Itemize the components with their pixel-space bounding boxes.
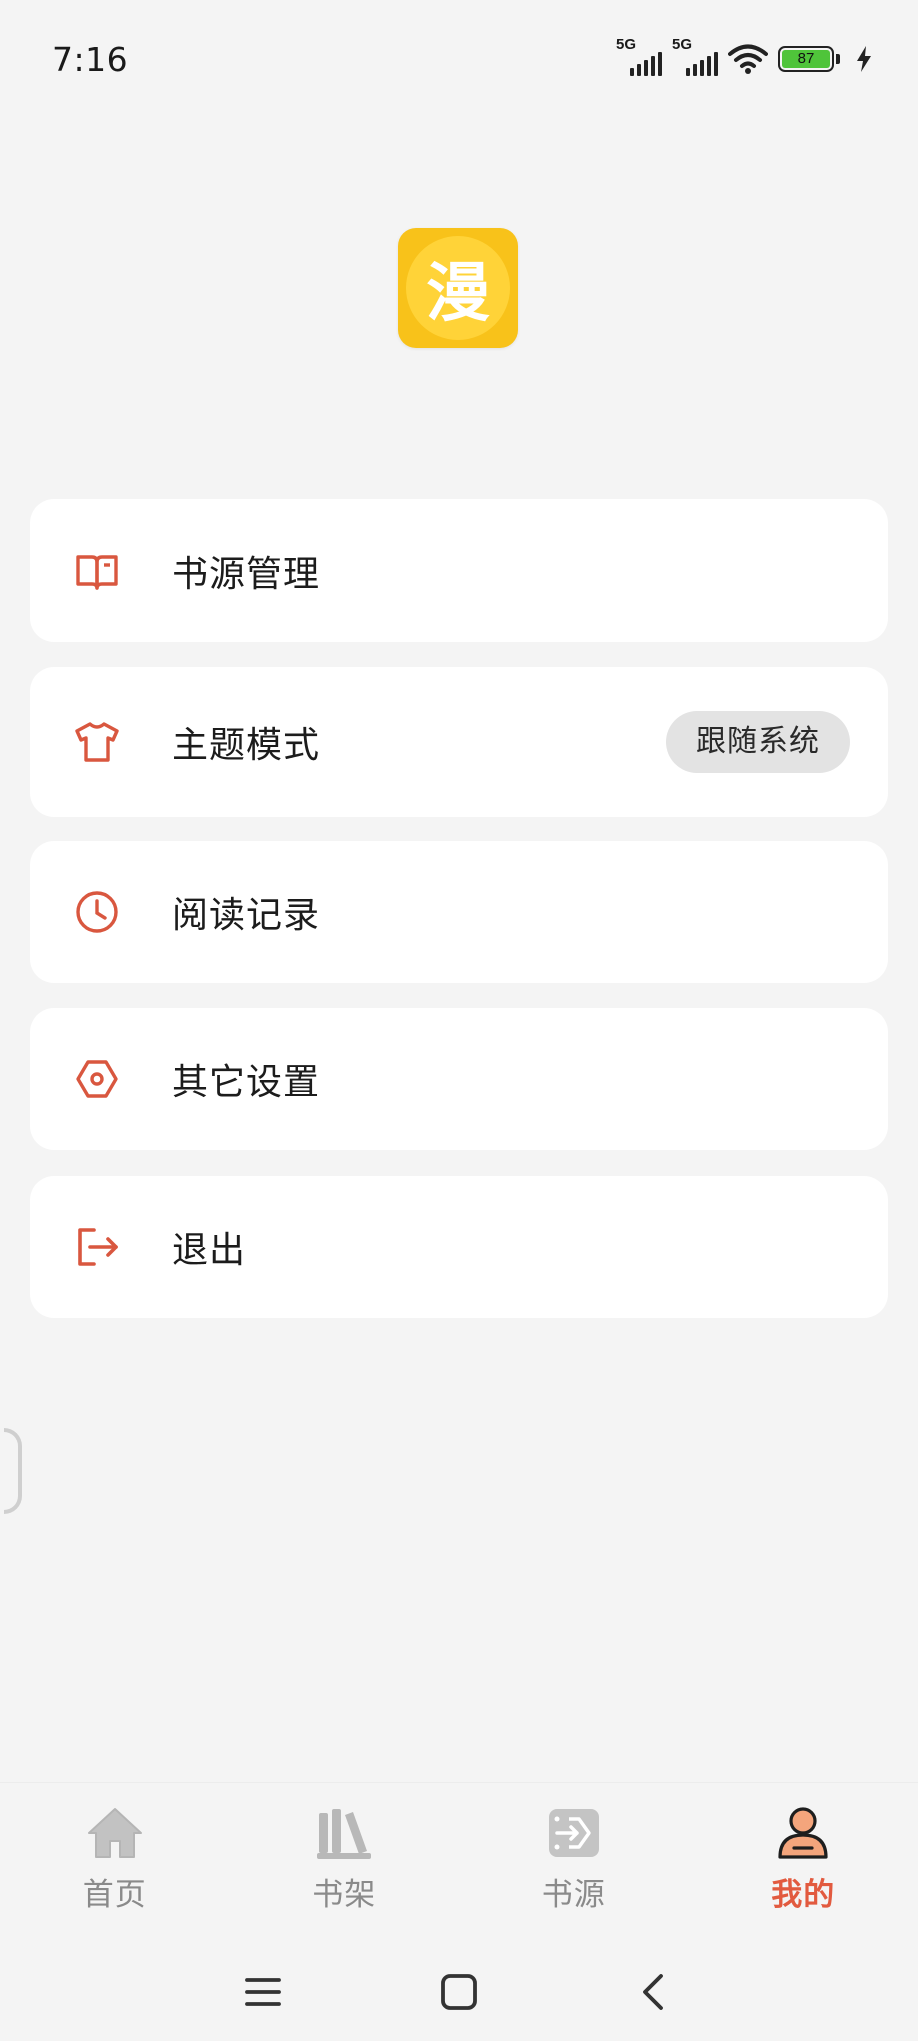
profile-icon <box>778 1807 828 1859</box>
battery-level: 87 <box>782 50 830 68</box>
status-indicators: 5G 5G 87 <box>616 36 872 76</box>
nav-label: 书源 <box>541 1877 606 1913</box>
menu-item-source-management[interactable]: 书源管理 <box>30 499 888 642</box>
nav-item-bookshelf[interactable]: 书架 <box>230 1783 460 1942</box>
settings-hexagon-icon <box>72 1054 122 1104</box>
charging-icon <box>857 46 871 72</box>
theme-mode-chip[interactable]: 跟随系统 <box>666 711 850 773</box>
menu-item-label: 书源管理 <box>172 553 321 595</box>
signal-label: 5G <box>616 36 637 53</box>
bottom-nav: 首页 书架 书源 我的 <box>0 1782 918 1942</box>
menu-icon <box>245 1977 281 2006</box>
app-logo-glyph: 漫 <box>406 236 510 340</box>
system-nav-bar <box>0 1942 918 2041</box>
clock-icon <box>72 887 122 937</box>
source-icon <box>548 1809 599 1857</box>
nav-item-home[interactable]: 首页 <box>0 1783 230 1942</box>
nav-item-profile[interactable]: 我的 <box>689 1783 918 1942</box>
chevron-left-icon <box>643 1973 663 2010</box>
app-logo: 漫 <box>398 228 518 348</box>
menu-item-other-settings[interactable]: 其它设置 <box>30 1008 888 1150</box>
menu-item-label: 阅读记录 <box>172 895 321 936</box>
bookshelf-icon <box>317 1809 372 1859</box>
home-button[interactable] <box>361 1972 557 2012</box>
nav-label: 书架 <box>312 1877 377 1913</box>
nav-item-source[interactable]: 书源 <box>459 1783 689 1942</box>
nav-label: 首页 <box>82 1877 147 1913</box>
edge-swipe-handle[interactable] <box>4 1428 22 1514</box>
menu-item-label: 退出 <box>172 1230 247 1271</box>
square-icon <box>441 1973 477 2010</box>
home-icon <box>87 1808 142 1858</box>
recent-apps-button[interactable] <box>165 1972 361 2012</box>
status-bar: 7:16 5G 5G 87 <box>0 0 918 118</box>
status-time: 7:16 <box>52 39 129 79</box>
menu-item-logout[interactable]: 退出 <box>30 1176 888 1318</box>
menu-item-label: 主题模式 <box>172 725 321 766</box>
back-button[interactable] <box>557 1972 753 2012</box>
book-open-icon <box>72 546 122 596</box>
menu-item-reading-history[interactable]: 阅读记录 <box>30 841 888 983</box>
nav-label: 我的 <box>771 1877 836 1913</box>
signal-icon: 5G <box>672 36 718 76</box>
menu-item-theme-mode[interactable]: 主题模式 跟随系统 <box>30 667 888 817</box>
battery-icon: 87 <box>778 46 840 72</box>
tshirt-icon <box>72 717 122 767</box>
menu-item-label: 其它设置 <box>172 1062 321 1103</box>
logout-icon <box>72 1222 122 1272</box>
wifi-icon <box>728 44 768 74</box>
signal-label: 5G <box>672 36 693 53</box>
signal-icon: 5G <box>616 36 662 76</box>
